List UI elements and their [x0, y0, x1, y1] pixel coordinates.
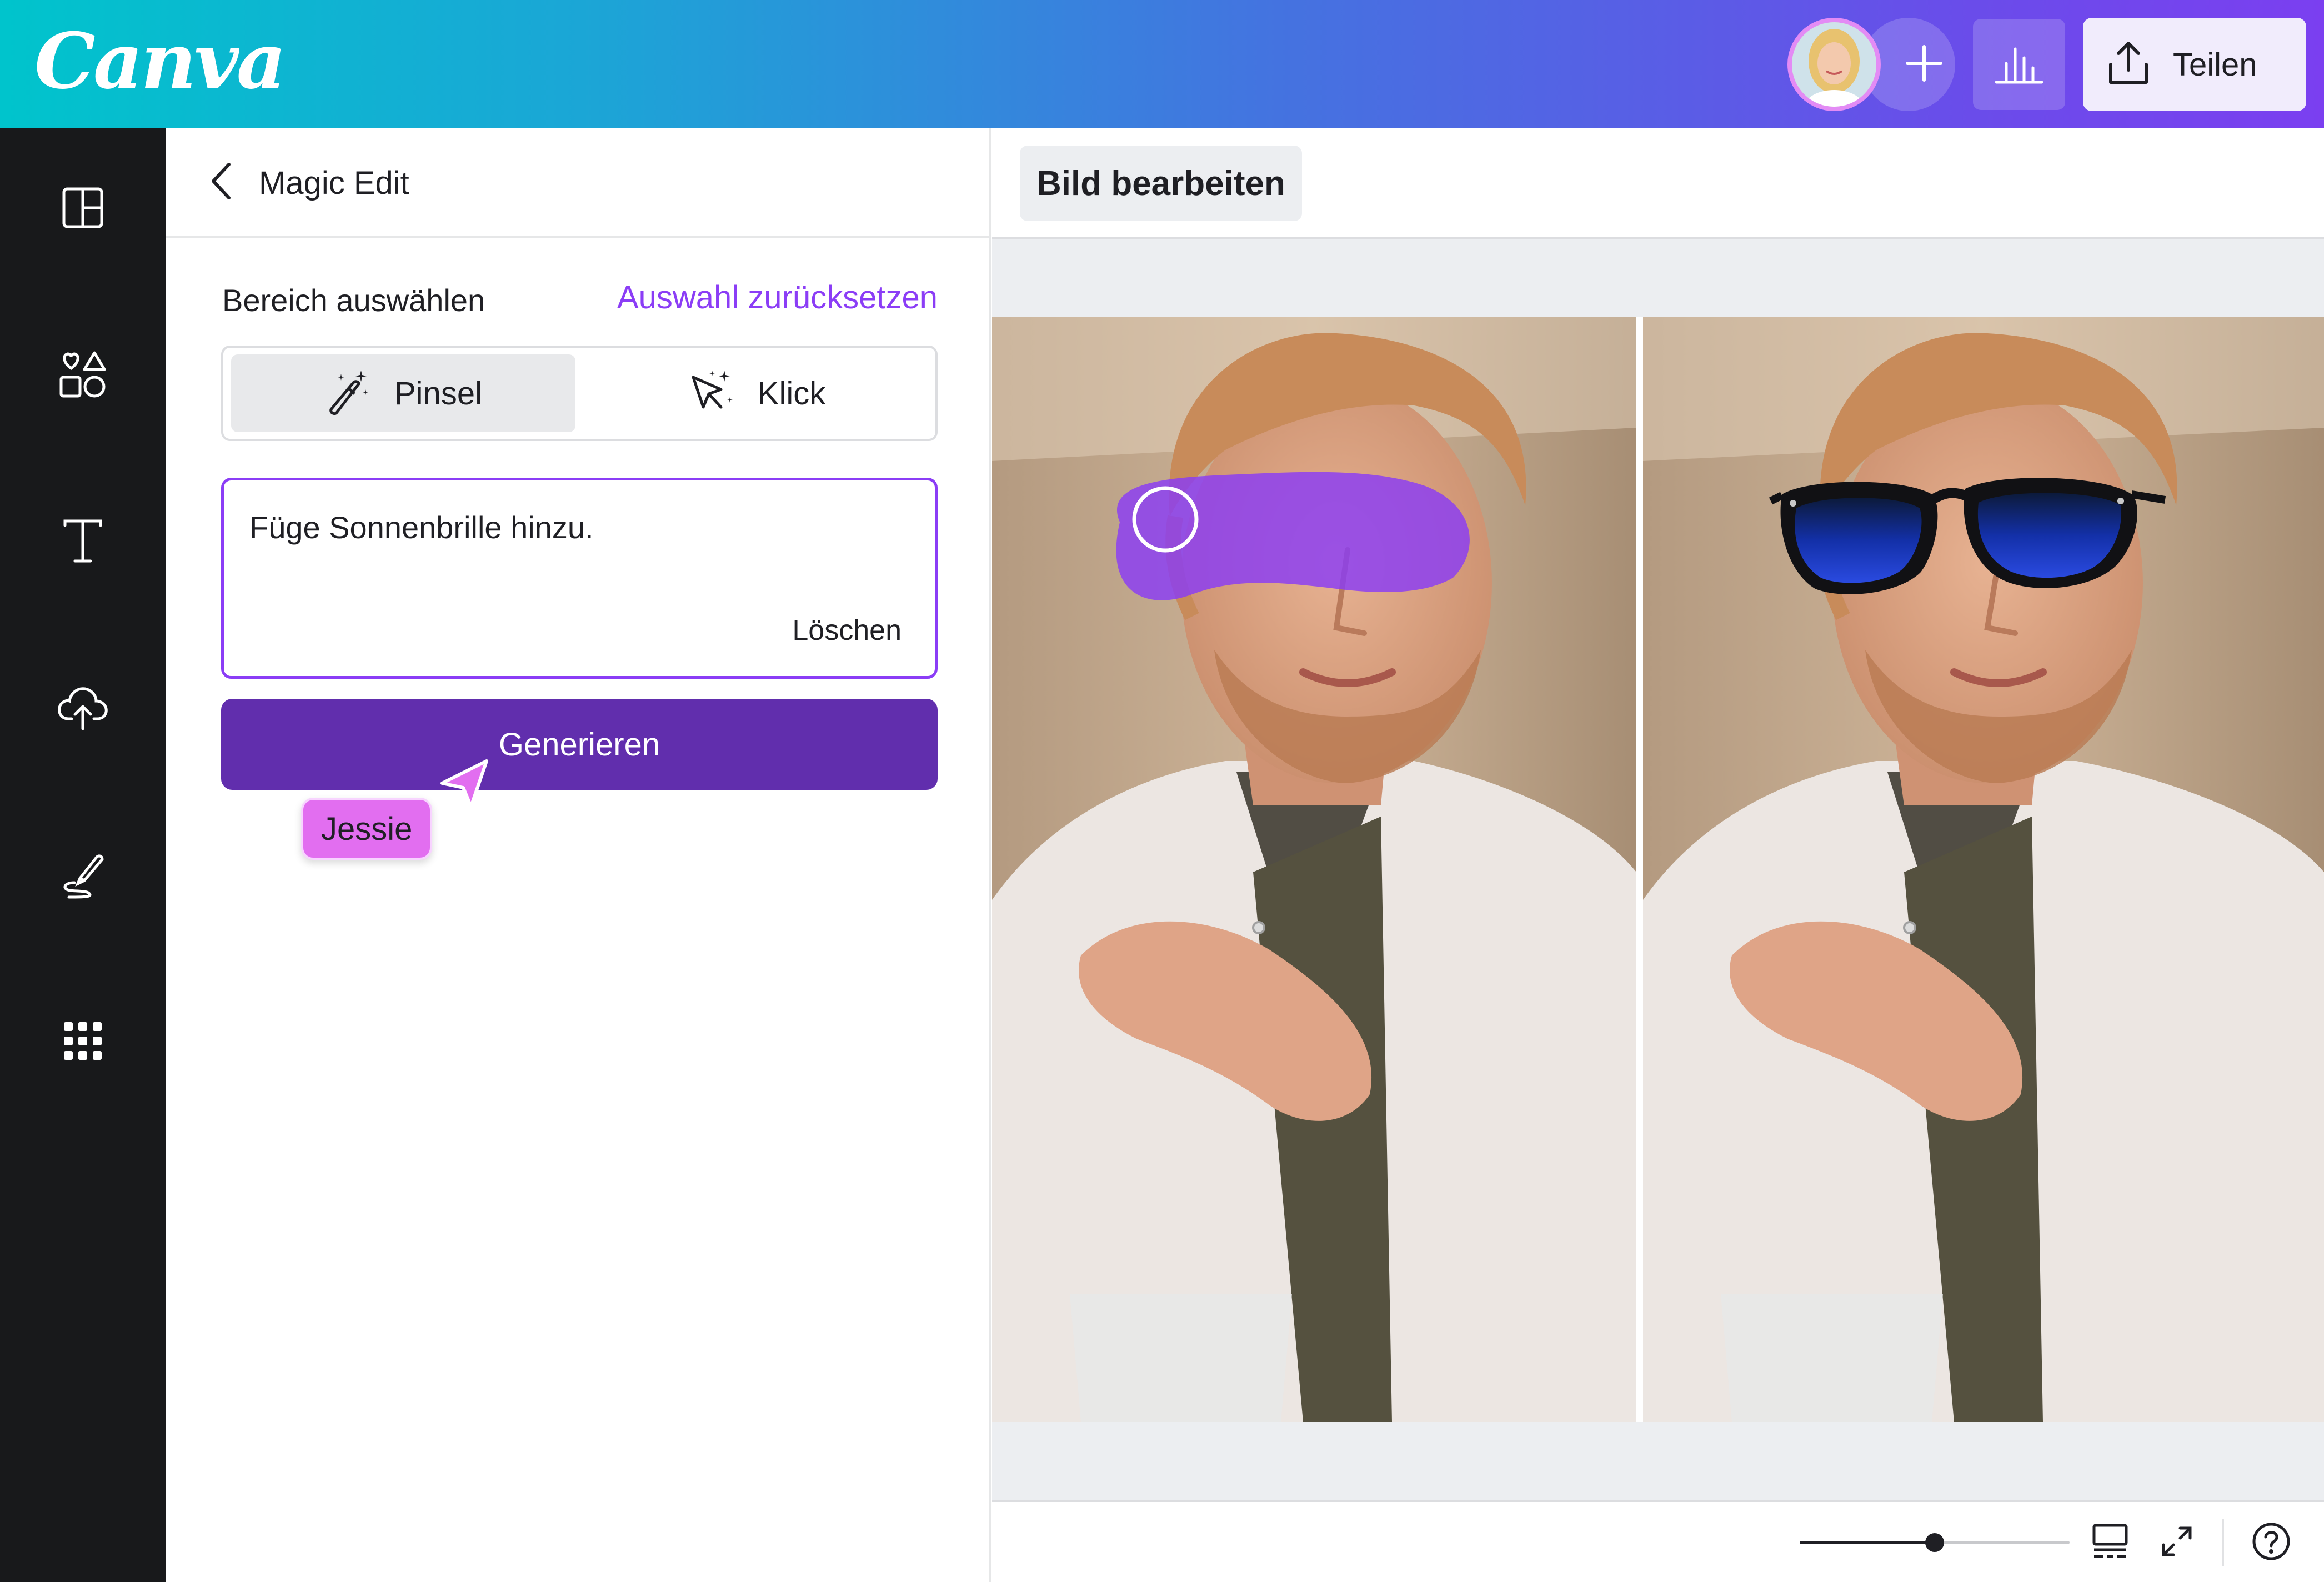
chevron-left-icon — [209, 161, 233, 204]
rail-item-templates[interactable] — [0, 153, 166, 264]
insights-button[interactable] — [1973, 19, 2065, 110]
generate-label: Generieren — [498, 726, 660, 763]
rail-item-elements[interactable] — [0, 320, 166, 431]
edit-image-label: Bild bearbeiten — [1036, 164, 1285, 203]
zoom-slider-thumb[interactable] — [1925, 1533, 1944, 1552]
zoom-slider-fill — [1800, 1541, 1935, 1544]
panel-title: Magic Edit — [259, 165, 409, 201]
photo-divider — [1636, 317, 1643, 1422]
draw-icon — [58, 849, 108, 902]
share-button[interactable]: Teilen — [2083, 18, 2306, 111]
zoom-slider[interactable] — [1800, 1533, 2070, 1552]
layout-icon — [61, 186, 105, 233]
back-button[interactable] — [199, 160, 243, 204]
select-area-label: Bereich auswählen — [222, 283, 485, 318]
page-layout-button[interactable] — [2086, 1519, 2134, 1566]
help-icon — [2251, 1521, 2291, 1564]
help-button[interactable] — [2247, 1519, 2295, 1566]
top-bar: Canva Teilen — [0, 0, 2324, 128]
canva-logo[interactable]: Canva — [34, 16, 286, 106]
magic-click-icon — [688, 368, 735, 419]
bar-chart-icon — [1994, 41, 2044, 88]
apps-grid-icon — [63, 1021, 103, 1064]
magic-edit-panel: Magic Edit Bereich auswählen Auswahl zur… — [166, 128, 991, 1582]
prompt-input[interactable]: Füge Sonnenbrille hinzu. Löschen — [221, 478, 938, 679]
mode-brush-label: Pinsel — [394, 375, 482, 412]
editor-toolbar: Bild bearbeiten — [992, 128, 2324, 239]
rail-item-uploads[interactable] — [0, 653, 166, 764]
photo-before[interactable] — [992, 317, 1636, 1422]
collaborator-name: Jessie — [321, 810, 413, 847]
rail-item-text[interactable] — [0, 487, 166, 598]
editor-footer — [992, 1500, 2324, 1582]
editor-area: Bild bearbeiten — [992, 128, 2324, 1582]
edit-image-button[interactable]: Bild bearbeiten — [1020, 146, 1302, 221]
mode-click-label: Klick — [757, 375, 826, 412]
fullscreen-button[interactable] — [2153, 1519, 2201, 1566]
collaborator-cursor-icon — [432, 753, 493, 814]
generate-button[interactable]: Generieren — [221, 699, 938, 790]
text-icon — [61, 518, 105, 567]
clear-button[interactable]: Löschen — [792, 614, 901, 647]
footer-separator — [2222, 1519, 2224, 1566]
reset-selection-link[interactable]: Auswahl zurücksetzen — [604, 279, 938, 316]
mode-brush-button[interactable]: Pinsel — [231, 354, 575, 432]
user-avatar[interactable] — [1787, 18, 1881, 111]
plus-icon — [1904, 43, 1944, 86]
selection-mode-toggle: Pinsel Klick — [221, 346, 938, 441]
mode-click-button[interactable]: Klick — [584, 354, 929, 432]
panel-header: Magic Edit — [166, 128, 989, 238]
cloud-upload-icon — [56, 684, 109, 734]
side-rail — [0, 128, 166, 1582]
magic-brush-icon — [324, 368, 372, 419]
rail-item-draw[interactable] — [0, 820, 166, 931]
photo-after[interactable] — [1643, 317, 2324, 1422]
page-layout-icon — [2091, 1522, 2130, 1564]
share-label: Teilen — [2173, 46, 2257, 83]
fullscreen-icon — [2159, 1524, 2195, 1562]
collaborator-tag: Jessie — [301, 798, 433, 860]
upload-icon — [2106, 40, 2151, 89]
shapes-icon — [58, 349, 108, 402]
rail-item-apps[interactable] — [0, 987, 166, 1098]
prompt-text[interactable]: Füge Sonnenbrille hinzu. — [249, 509, 594, 545]
